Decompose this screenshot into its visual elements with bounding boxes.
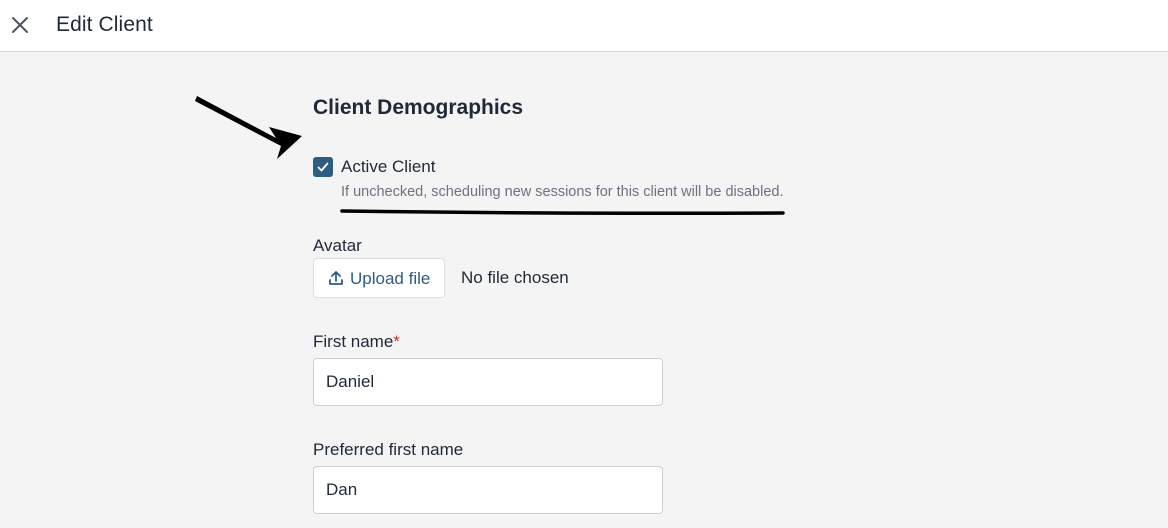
top-bar: Edit Client	[0, 0, 1168, 52]
annotation-underline	[340, 209, 785, 215]
required-mark: *	[393, 332, 400, 351]
active-client-checkbox[interactable]	[313, 157, 333, 177]
annotation-overlay	[195, 96, 785, 215]
page-title: Edit Client	[56, 13, 153, 36]
check-icon	[317, 162, 329, 172]
avatar-label: Avatar	[313, 236, 362, 255]
close-icon	[12, 17, 28, 33]
active-client-label[interactable]: Active Client	[341, 157, 435, 177]
first-name-label-text: First name	[313, 332, 394, 351]
first-name-input[interactable]	[313, 358, 663, 406]
active-client-help-text: If unchecked, scheduling new sessions fo…	[341, 184, 784, 200]
preferred-first-name-label: Preferred first name	[313, 440, 464, 459]
section-title: Client Demographics	[313, 96, 524, 119]
upload-file-button[interactable]: Upload file	[313, 258, 445, 298]
file-status-text: No file chosen	[461, 268, 569, 287]
first-name-label: First name*	[313, 332, 400, 352]
annotation-arrow	[195, 96, 302, 159]
upload-icon	[329, 271, 343, 285]
preferred-first-name-input[interactable]	[313, 466, 663, 514]
upload-file-label: Upload file	[350, 269, 431, 288]
close-button[interactable]	[10, 15, 30, 35]
